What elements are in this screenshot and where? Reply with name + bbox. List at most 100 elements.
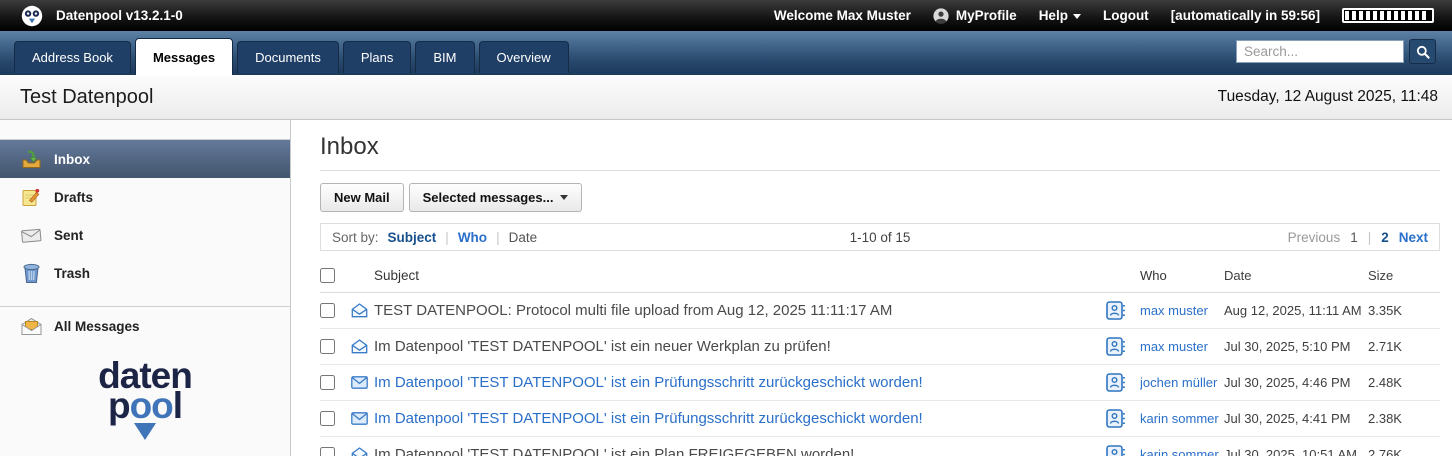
wordmark-pool: pool: [0, 391, 290, 421]
sidebar-item-label: Drafts: [54, 190, 93, 205]
sidebar-item-label: Sent: [54, 228, 83, 243]
app-brand: Datenpool v13.2.1-0: [0, 5, 183, 27]
tab-messages[interactable]: Messages: [135, 38, 233, 75]
search-input[interactable]: [1236, 40, 1404, 63]
main-navigation: Address Book Messages Documents Plans BI…: [0, 31, 1452, 75]
result-range: 1-10 of 15: [850, 230, 911, 245]
mail-closed-icon: [351, 376, 374, 389]
message-size: 3.35K: [1368, 303, 1440, 318]
inbox-icon: [19, 149, 43, 170]
message-subject-link[interactable]: Im Datenpool 'TEST DATENPOOL' ist ein Pr…: [374, 410, 923, 427]
message-size: 2.76K: [1368, 447, 1440, 456]
row-checkbox[interactable]: [320, 303, 335, 318]
drafts-icon: [19, 187, 43, 208]
tab-plans[interactable]: Plans: [343, 41, 412, 73]
page-title: Inbox: [320, 133, 1440, 161]
sort-date-option[interactable]: Date: [509, 230, 538, 245]
nav-tabs: Address Book Messages Documents Plans BI…: [14, 38, 569, 75]
new-mail-button[interactable]: New Mail: [320, 183, 404, 212]
message-subject-link[interactable]: TEST DATENPOOL: Protocol multi file uplo…: [374, 302, 892, 319]
sort-by-label: Sort by:: [332, 230, 379, 245]
column-header-size: Size: [1368, 268, 1440, 283]
sender-link[interactable]: karin sommer: [1140, 411, 1219, 426]
trash-icon: [19, 263, 43, 284]
sent-icon: [19, 227, 43, 244]
sidebar-item-label: Inbox: [54, 152, 90, 167]
folder-sidebar: Inbox Drafts: [0, 120, 291, 456]
myprofile-label: MyProfile: [956, 8, 1017, 23]
sender-link[interactable]: max muster: [1140, 339, 1208, 354]
mail-open-icon: [351, 339, 374, 354]
row-checkbox[interactable]: [320, 375, 335, 390]
datenpool-wordmark: daten pool: [0, 361, 290, 440]
logout-link[interactable]: Logout: [1103, 8, 1149, 23]
sort-subject-link[interactable]: Subject: [388, 230, 437, 245]
table-row: Im Datenpool 'TEST DATENPOOL' ist ein Pr…: [320, 401, 1440, 437]
column-header-subject: Subject: [351, 268, 1106, 283]
pagination-page-2-link[interactable]: 2: [1381, 230, 1389, 245]
sidebar-item-drafts[interactable]: Drafts: [0, 178, 290, 216]
message-subject-link[interactable]: Im Datenpool 'TEST DATENPOOL' ist ein ne…: [374, 338, 831, 355]
sender-link[interactable]: jochen müller: [1140, 375, 1217, 390]
tab-bim[interactable]: BIM: [415, 41, 474, 73]
contact-card-icon[interactable]: [1106, 409, 1140, 428]
mail-open-icon: [351, 447, 374, 456]
contact-card-icon[interactable]: [1106, 445, 1140, 456]
row-checkbox[interactable]: [320, 411, 335, 426]
help-menu[interactable]: Help: [1039, 8, 1081, 23]
pagination-next-link[interactable]: Next: [1399, 230, 1428, 245]
heading-divider: [320, 170, 1440, 171]
sidebar-item-inbox[interactable]: Inbox: [0, 140, 290, 178]
table-row: Im Datenpool 'TEST DATENPOOL' ist ein ne…: [320, 329, 1440, 365]
contact-card-icon[interactable]: [1106, 301, 1140, 320]
table-header-row: Subject Who Date Size: [320, 259, 1440, 293]
pagination-page-1-current: 1: [1350, 230, 1358, 245]
sidebar-item-sent[interactable]: Sent: [0, 216, 290, 254]
sidebar-item-all-messages[interactable]: All Messages: [0, 307, 290, 345]
message-subject-link[interactable]: Im Datenpool 'TEST DATENPOOL' ist ein Pr…: [374, 374, 923, 391]
message-size: 2.71K: [1368, 339, 1440, 354]
sender-link[interactable]: max muster: [1140, 303, 1208, 318]
search-icon: [1416, 45, 1430, 59]
column-header-who: Who: [1140, 268, 1224, 283]
pool-header: Test Datenpool Tuesday, 12 August 2025, …: [0, 75, 1452, 120]
selected-messages-dropdown[interactable]: Selected messages...: [409, 183, 583, 212]
session-timer-gauge: [1342, 8, 1434, 23]
tab-overview[interactable]: Overview: [479, 41, 569, 73]
chevron-down-icon: [560, 195, 568, 200]
column-header-date: Date: [1224, 268, 1368, 283]
message-size: 2.38K: [1368, 411, 1440, 426]
row-checkbox[interactable]: [320, 339, 335, 354]
pool-title: Test Datenpool: [0, 86, 153, 109]
message-date: Aug 12, 2025, 11:11 AM: [1224, 303, 1368, 318]
table-row: Im Datenpool 'TEST DATENPOOL' ist ein Pl…: [320, 437, 1440, 456]
myprofile-link[interactable]: MyProfile: [933, 8, 1017, 24]
message-date: Jul 30, 2025, 5:10 PM: [1224, 339, 1368, 354]
message-size: 2.48K: [1368, 375, 1440, 390]
datenpool-app: Datenpool v13.2.1-0 Welcome Max Muster M…: [0, 0, 1452, 456]
sort-who-link[interactable]: Who: [458, 230, 487, 245]
sort-pagination-bar: Sort by: Subject | Who | Date 1-10 of 15…: [320, 223, 1440, 251]
sidebar-item-trash[interactable]: Trash: [0, 254, 290, 292]
contact-card-icon[interactable]: [1106, 373, 1140, 392]
message-subject-link[interactable]: Im Datenpool 'TEST DATENPOOL' ist ein Pl…: [374, 446, 854, 456]
tab-documents[interactable]: Documents: [237, 41, 339, 73]
welcome-text: Welcome Max Muster: [774, 8, 911, 23]
user-icon: [933, 8, 949, 24]
inbox-panel: Inbox New Mail Selected messages... Sort…: [291, 120, 1452, 456]
message-date: Jul 30, 2025, 4:41 PM: [1224, 411, 1368, 426]
top-bar: Datenpool v13.2.1-0 Welcome Max Muster M…: [0, 0, 1452, 31]
contact-card-icon[interactable]: [1106, 337, 1140, 356]
select-all-checkbox[interactable]: [320, 268, 335, 283]
all-messages-icon: [19, 317, 43, 336]
current-datetime: Tuesday, 12 August 2025, 11:48: [1218, 88, 1452, 106]
session-timer-bars: [1345, 11, 1428, 20]
search-button[interactable]: [1409, 39, 1436, 64]
row-checkbox[interactable]: [320, 447, 335, 456]
sender-link[interactable]: karin sommer: [1140, 447, 1219, 456]
pagination-previous: Previous: [1288, 230, 1341, 245]
table-row: Im Datenpool 'TEST DATENPOOL' ist ein Pr…: [320, 365, 1440, 401]
logout-label: Logout: [1103, 8, 1149, 23]
chevron-down-icon: [1073, 14, 1081, 19]
tab-address-book[interactable]: Address Book: [14, 41, 131, 73]
